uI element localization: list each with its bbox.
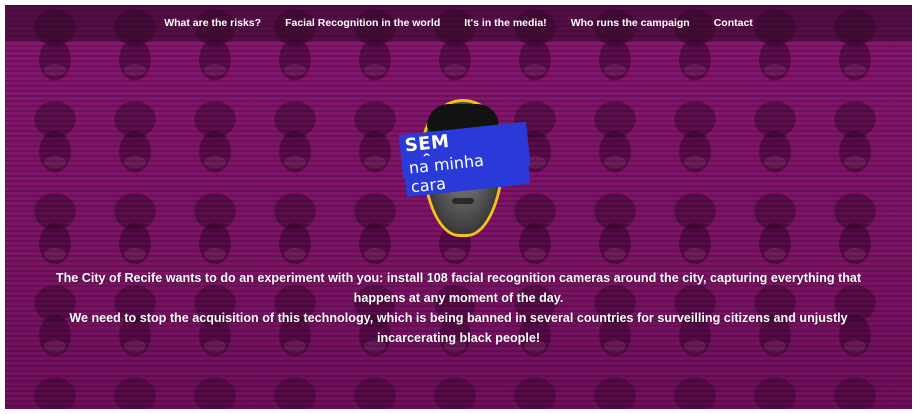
top-nav: What are the risks? Facial Recognition i… — [5, 5, 912, 41]
campaign-logo: SEM CÂMERA na minha cara — [398, 99, 531, 241]
page-frame: What are the risks? Facial Recognition i… — [5, 5, 912, 409]
hero-paragraph-1: The City of Recife wants to do an experi… — [55, 271, 862, 305]
nav-media[interactable]: It's in the media! — [452, 17, 558, 29]
nav-facial-recognition-world[interactable]: Facial Recognition in the world — [273, 17, 452, 29]
nav-who-runs-campaign[interactable]: Who runs the campaign — [559, 17, 702, 29]
hero-paragraph-2: We need to stop the acquisition of this … — [69, 311, 848, 345]
hero-text: The City of Recife wants to do an experi… — [35, 268, 882, 348]
nav-risks[interactable]: What are the risks? — [152, 17, 273, 29]
mouth-shape — [452, 198, 474, 204]
nav-contact[interactable]: Contact — [702, 17, 765, 29]
